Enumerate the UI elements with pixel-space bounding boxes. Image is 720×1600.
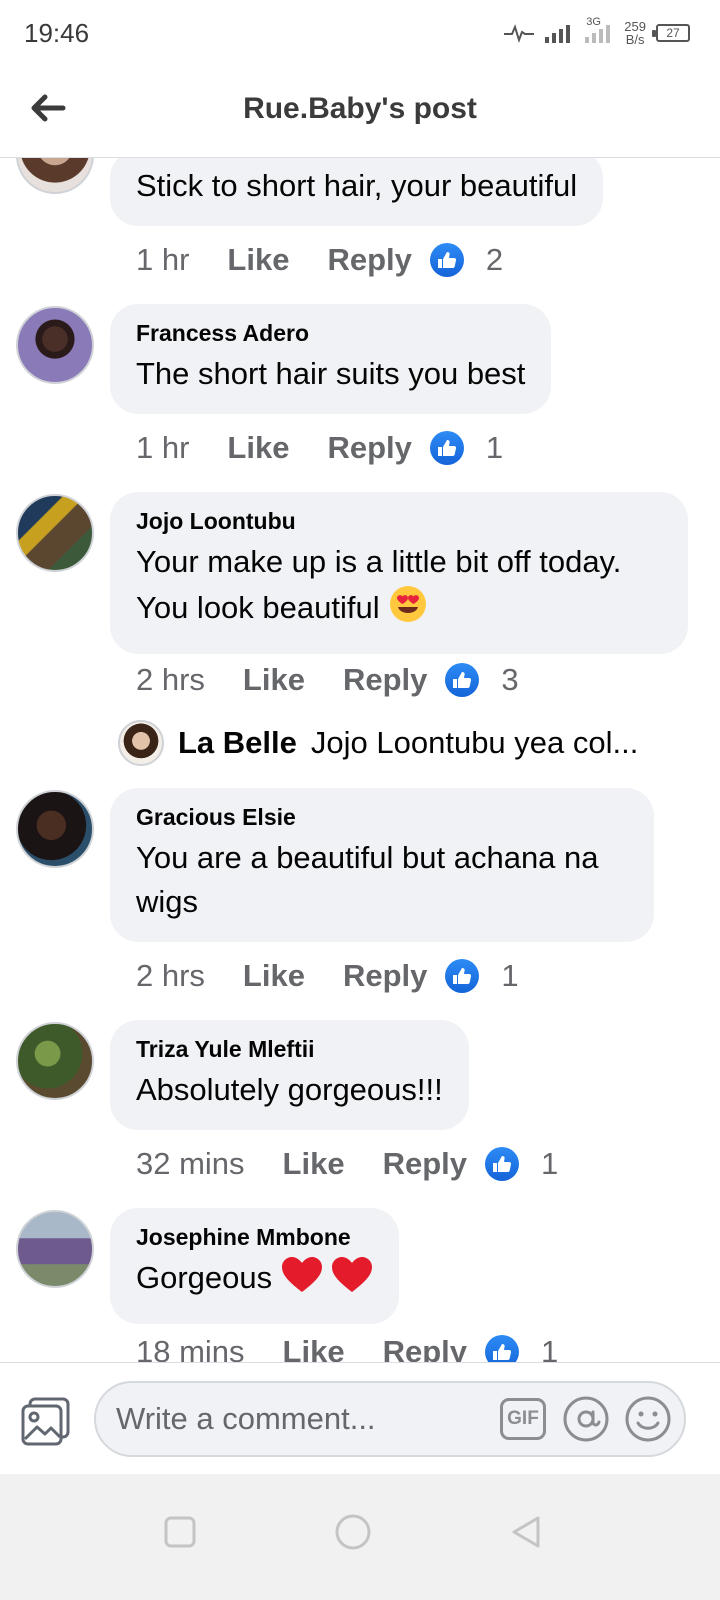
status-time: 19:46: [24, 18, 90, 48]
heart-eyes-emoji-icon: [388, 584, 428, 636]
comment-text-line: Gorgeous: [136, 1256, 373, 1306]
back-nav-button[interactable]: [496, 1502, 556, 1562]
avatar[interactable]: [16, 494, 94, 572]
comment-text: The short hair suits you best: [136, 356, 526, 391]
mention-button[interactable]: [562, 1395, 610, 1443]
comment-time: 1 hr: [136, 242, 190, 277]
comment-author[interactable]: Triza Yule Mleftii: [136, 1034, 443, 1064]
triangle-back-icon: [512, 1516, 540, 1548]
avatar: [118, 720, 164, 766]
comment-bubble: Jojo Loontubu Your make up is a little b…: [110, 492, 688, 654]
comment-actions: 2 hrs Like Reply 1: [136, 954, 519, 998]
comment-text-line: You look beautiful: [136, 584, 662, 636]
photo-button[interactable]: [18, 1393, 74, 1449]
activity-icon: [504, 23, 535, 43]
net-speed-unit: B/s: [625, 32, 645, 47]
comment-text-line: Your make up is a little bit off today.: [136, 544, 622, 579]
system-nav-bar: [0, 1474, 720, 1600]
comment-time: 2 hrs: [136, 662, 205, 697]
reply-text: Jojo Loontubu yea col...: [310, 725, 639, 760]
battery-level: 27: [666, 26, 680, 40]
reply-button[interactable]: Reply: [383, 1146, 467, 1182]
comment-actions: 1 hr Like Reply 1: [136, 426, 503, 470]
comment-author[interactable]: Francess Adero: [136, 318, 525, 348]
comment-bubble: Josephine Mmbone Gorgeous: [110, 1208, 400, 1324]
status-icons: 3G 259 B/s 27: [504, 16, 690, 50]
square-icon: [164, 1516, 196, 1548]
comment-author[interactable]: Jojo Loontubu: [136, 506, 662, 536]
like-button[interactable]: Like: [243, 958, 305, 994]
home-button[interactable]: [323, 1502, 383, 1562]
reply-button[interactable]: Reply: [327, 242, 411, 278]
like-reaction-icon: [445, 663, 480, 697]
status-bar: 19:46 3G 259 B/s 27: [0, 0, 720, 64]
comment-author[interactable]: Josephine Mmbone: [136, 1222, 373, 1252]
recent-apps-button[interactable]: [150, 1502, 210, 1562]
like-button[interactable]: Like: [227, 430, 289, 466]
avatar[interactable]: [16, 306, 94, 384]
photo-icon: [21, 1397, 70, 1446]
like-count[interactable]: 3: [501, 662, 518, 698]
comment-actions: 2 hrs Like Reply 3: [136, 658, 519, 702]
avatar[interactable]: [16, 790, 94, 868]
smiley-icon: [625, 1396, 671, 1442]
comment-text: Gorgeous: [136, 1260, 273, 1295]
like-button[interactable]: Like: [227, 242, 289, 278]
like-reaction-icon: [429, 243, 464, 277]
net-speed: 259 B/s: [624, 20, 646, 46]
comment-author[interactable]: Gracious Elsie: [136, 802, 628, 832]
like-reaction-icon: [429, 431, 464, 465]
battery-icon: 27: [652, 24, 690, 42]
like-reaction-icon: [445, 959, 480, 993]
comment-bubble: Triza Yule Mleftii Absolutely gorgeous!!…: [110, 1020, 469, 1130]
comment-bubble: Francess Adero The short hair suits you …: [110, 304, 552, 414]
avatar[interactable]: [16, 1210, 94, 1288]
post-header: Rue.Baby's post: [0, 64, 720, 158]
comment-text: Absolutely gorgeous!!!: [136, 1072, 443, 1107]
red-heart-emoji-icon: [331, 1256, 373, 1306]
comment-actions: 1 hr Like Reply 2: [136, 238, 503, 282]
like-button[interactable]: Like: [283, 1146, 345, 1182]
like-count[interactable]: 1: [541, 1146, 558, 1182]
avatar[interactable]: [16, 158, 94, 194]
like-count[interactable]: 2: [486, 242, 503, 278]
circle-icon: [335, 1514, 371, 1550]
reply-author[interactable]: La Belle: [178, 725, 297, 761]
reply-button[interactable]: Reply: [343, 958, 427, 994]
like-reaction-icon: [485, 1147, 519, 1181]
comment-bubble: Gracious Elsie You are a beautiful but a…: [110, 788, 654, 942]
comment-actions: 32 mins Like Reply 1: [136, 1142, 558, 1186]
emoji-button[interactable]: [624, 1395, 672, 1443]
comment-time: 32 mins: [136, 1146, 245, 1181]
signal-3g-icon: 3G: [584, 16, 614, 44]
like-button[interactable]: Like: [243, 662, 305, 698]
reply-preview[interactable]: La Belle Jojo Loontubu yea col...: [118, 718, 638, 768]
comment-text: You look beautiful: [136, 590, 380, 625]
page-title: Rue.Baby's post: [243, 92, 477, 125]
comment-bubble: Stick to short hair, your beautiful: [110, 158, 604, 226]
red-heart-emoji-icon: [281, 1256, 323, 1306]
gif-button[interactable]: GIF: [500, 1398, 546, 1440]
comment-composer: GIF: [0, 1362, 720, 1474]
network-type: 3G: [586, 16, 601, 28]
at-sign-icon: [563, 1396, 609, 1442]
like-count[interactable]: 1: [486, 430, 503, 466]
comment-time: 1 hr: [136, 430, 190, 465]
comment-text-line: wigs: [136, 884, 199, 919]
comments-list: Stick to short hair, your beautiful 1 hr…: [0, 158, 720, 1392]
signal-icon: [544, 22, 574, 44]
comment-text: Stick to short hair, your beautiful: [136, 168, 578, 203]
like-count[interactable]: 1: [501, 958, 518, 994]
reply-button[interactable]: Reply: [327, 430, 411, 466]
comment-time: 2 hrs: [136, 958, 205, 993]
reply-button[interactable]: Reply: [343, 662, 427, 698]
comment-text-line: You are a beautiful but achana na: [136, 840, 599, 875]
avatar[interactable]: [16, 1022, 94, 1100]
